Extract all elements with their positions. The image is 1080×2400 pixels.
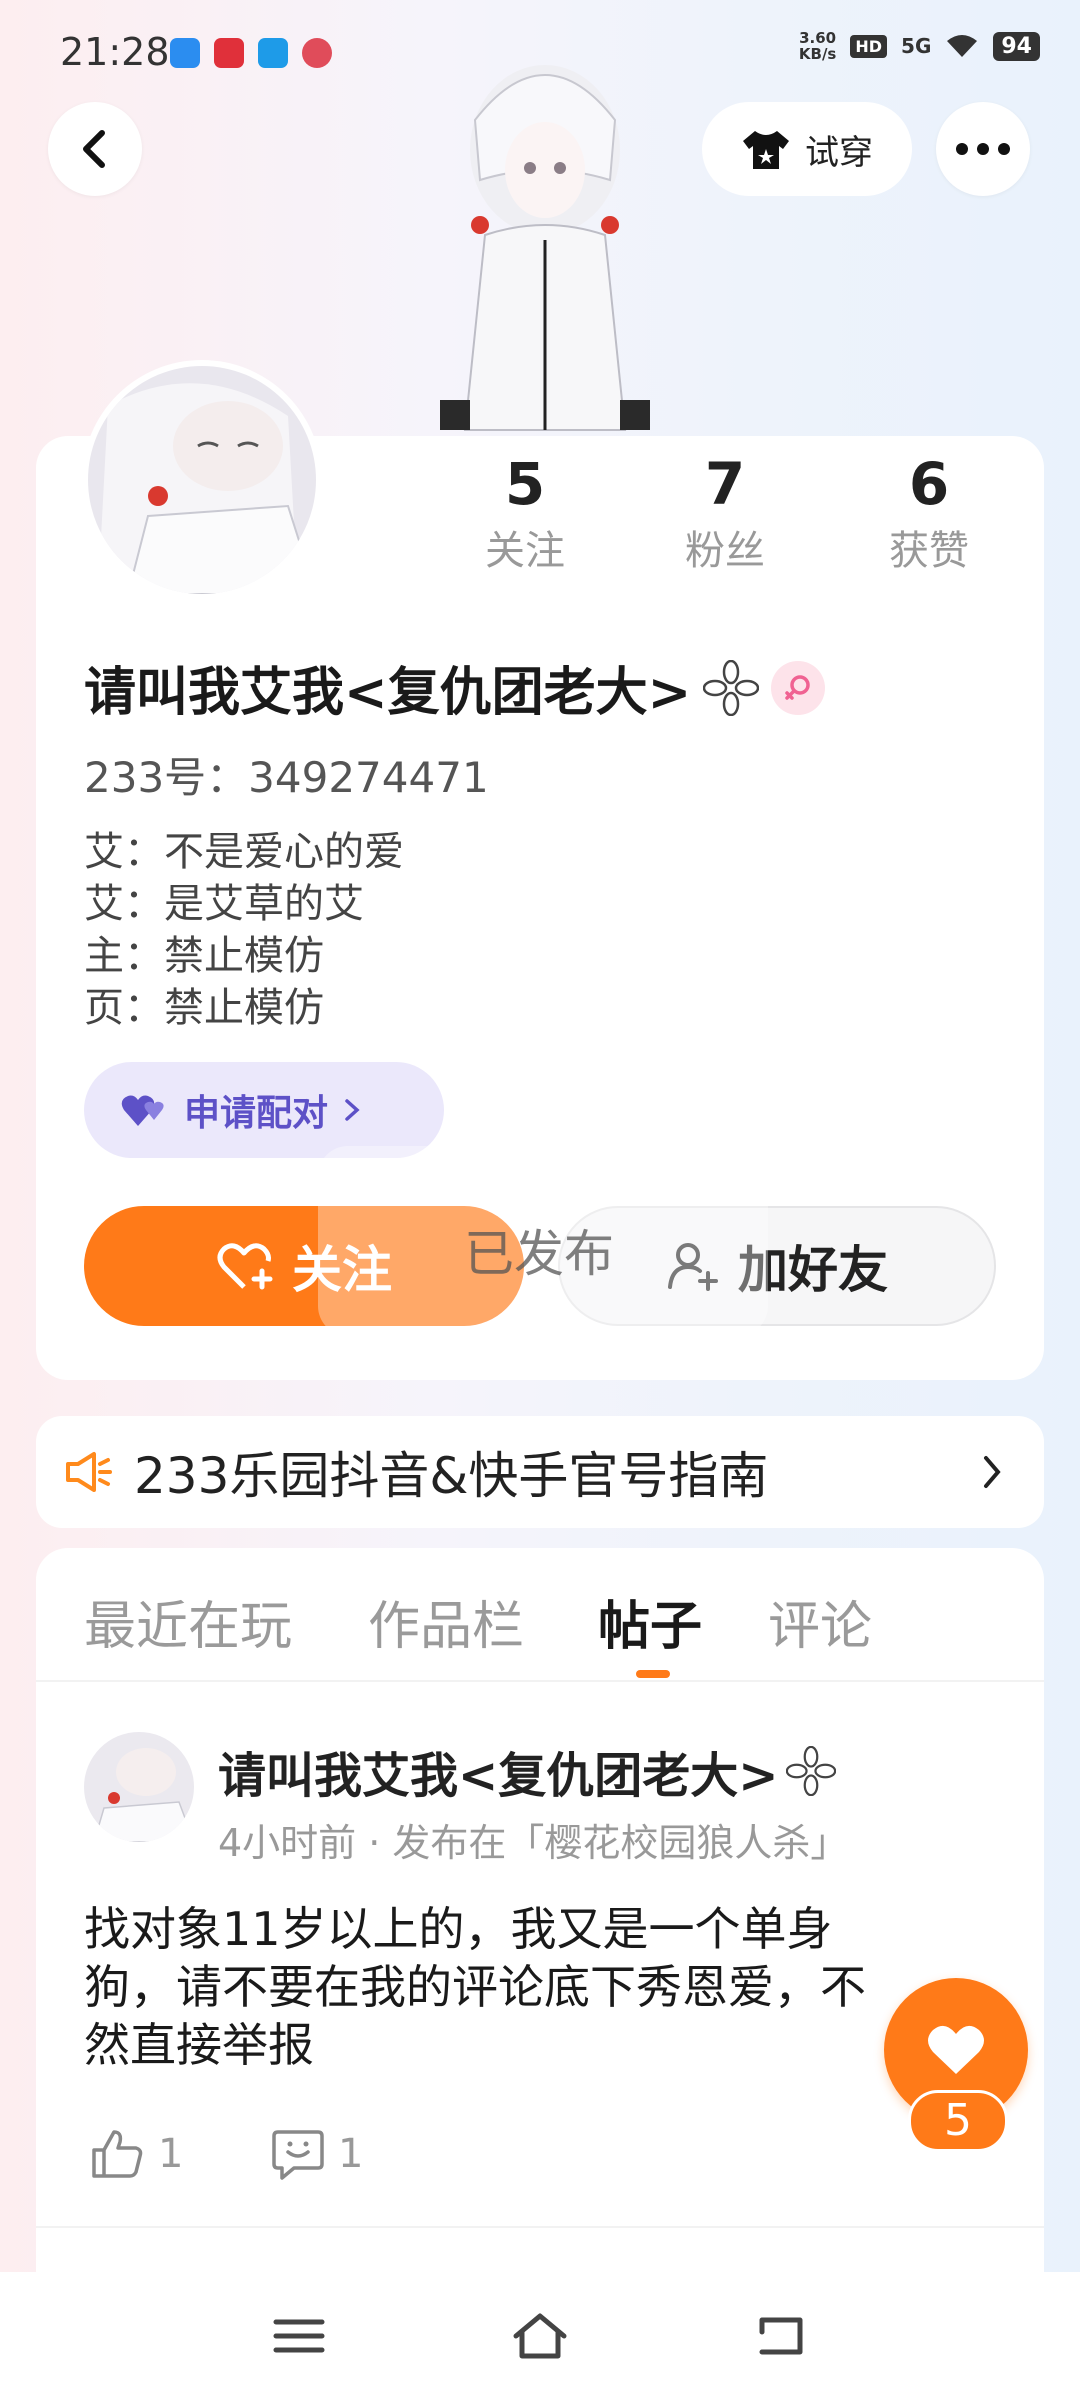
stat-value: 7	[704, 450, 746, 518]
stat-following[interactable]: 5 关注	[455, 450, 595, 576]
heart-plus-icon	[217, 1243, 273, 1290]
heart-icon	[928, 2025, 984, 2074]
bio: 艾：不是爱心的爱 艾：是艾草的艾 主：禁止模仿 页：禁止模仿	[84, 826, 404, 1034]
try-on-button[interactable]: 试穿	[702, 102, 912, 196]
avatar[interactable]	[88, 366, 316, 594]
app-notification-icon	[258, 38, 288, 68]
megaphone-icon	[66, 1452, 112, 1492]
post-like-button[interactable]: 1	[90, 2128, 183, 2180]
post-divider	[36, 2226, 1044, 2228]
user-id: 233号：349274471	[84, 753, 489, 802]
tab-works[interactable]: 作品栏	[368, 1584, 524, 1659]
chevron-right-icon	[984, 1456, 1001, 1488]
home-icon[interactable]	[510, 2310, 570, 2362]
username: 请叫我艾我<复仇团老大>	[84, 663, 692, 723]
chevron-left-icon	[83, 130, 105, 168]
apply-pair-label: 申请配对	[184, 1093, 329, 1134]
stat-value: 6	[908, 450, 950, 518]
avatar	[84, 1732, 194, 1842]
battery-icon: 94	[993, 31, 1040, 61]
post-author-name[interactable]: 请叫我艾我<复仇团老大>	[218, 1736, 778, 1806]
avatar-figure-image	[440, 65, 650, 431]
stat-followers[interactable]: 7 粉丝	[655, 450, 795, 576]
post-body[interactable]: 找对象11岁以上的，我又是一个单身 狗，请不要在我的评论底下秀恩爱，不 然直接举…	[84, 1900, 984, 2074]
back-nav-icon[interactable]	[754, 2312, 808, 2360]
more-button[interactable]	[936, 102, 1030, 196]
stat-label: 关注	[485, 528, 565, 574]
stat-likes[interactable]: 6 获赞	[859, 450, 999, 576]
net-speed-unit: KB/s	[798, 45, 837, 63]
hearts-icon	[121, 1095, 164, 1126]
bio-line: 艾：是艾草的艾	[84, 881, 364, 927]
post-meta[interactable]: 4小时前 · 发布在「樱花校园狼人杀」	[218, 1812, 848, 1867]
back-button[interactable]	[48, 102, 142, 196]
notice-banner[interactable]: 233乐园抖音&快手官号指南	[36, 1416, 1044, 1528]
post-body-line: 狗，请不要在我的评论底下秀恩爱，不	[84, 1960, 866, 2014]
tab-posts[interactable]: 帖子	[598, 1584, 702, 1659]
more-dots-icon	[956, 143, 1010, 155]
notice-text: 233乐园抖音&快手官号指南	[134, 1447, 769, 1505]
post-author-avatar[interactable]	[84, 1732, 194, 1842]
stat-value: 5	[504, 450, 546, 518]
bio-line: 主：禁止模仿	[84, 933, 324, 979]
net-speed: 3.60 KB/s	[799, 30, 836, 62]
bio-line: 页：禁止模仿	[84, 985, 324, 1031]
thumbs-up-icon	[92, 2130, 143, 2178]
apply-pair-button[interactable]: 申请配对	[84, 1062, 444, 1158]
shirt-icon	[743, 131, 789, 169]
status-time: 21:28	[60, 30, 170, 74]
wifi-icon	[947, 35, 978, 57]
like-count: 1	[158, 2131, 184, 2177]
chevron-right-icon	[345, 1099, 360, 1121]
toast: 已发布	[318, 1146, 768, 1336]
floating-like-count: 5	[908, 2090, 1008, 2152]
hd-badge: HD	[850, 34, 888, 58]
gender-female-badge	[771, 660, 826, 715]
stat-label: 粉丝	[685, 528, 765, 574]
post-comment-button[interactable]: 1	[270, 2128, 363, 2180]
system-nav-bar	[0, 2272, 1080, 2400]
status-right: 3.60 KB/s HD 5G 94	[799, 30, 1040, 62]
female-icon	[785, 674, 810, 700]
bio-line: 艾：不是爱心的爱	[84, 829, 404, 875]
network-label: 5G	[901, 34, 932, 58]
tab-comments[interactable]: 评论	[768, 1584, 872, 1659]
try-on-label: 试穿	[805, 132, 873, 173]
comment-icon	[272, 2130, 324, 2180]
app-notification-icon	[214, 38, 244, 68]
post-body-line: 然直接举报	[84, 2018, 314, 2072]
stat-label: 获赞	[889, 528, 969, 574]
flower-icon	[703, 659, 760, 716]
app-notification-icon	[302, 38, 332, 68]
app-notification-icon	[170, 38, 200, 68]
tab-indicator	[636, 1670, 670, 1678]
menu-icon[interactable]	[272, 2316, 326, 2356]
profile-avatar-frame	[82, 360, 322, 600]
tab-divider	[36, 1680, 1044, 1682]
post-body-line: 找对象11岁以上的，我又是一个单身	[84, 1902, 833, 1956]
username-row: 请叫我艾我<复仇团老大>	[84, 650, 826, 725]
tab-recent-play[interactable]: 最近在玩	[84, 1584, 292, 1659]
comment-count: 1	[338, 2131, 364, 2177]
toast-text: 已发布	[464, 1225, 614, 1283]
post-author-row: 请叫我艾我<复仇团老大>	[218, 1736, 837, 1806]
flower-icon	[786, 1746, 837, 1796]
net-speed-value: 3.60	[799, 29, 837, 47]
